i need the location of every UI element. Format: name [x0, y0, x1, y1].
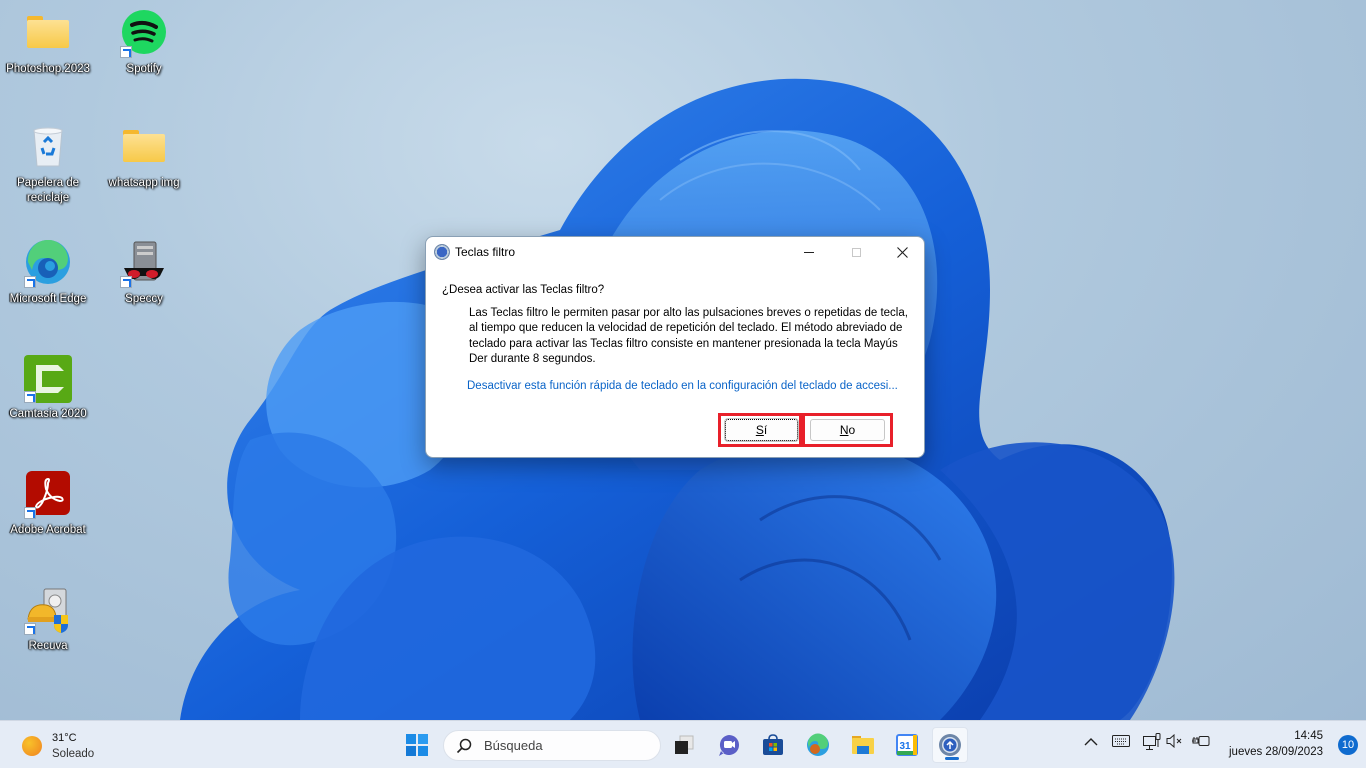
desktop-icon-microsoft-edge[interactable]: Microsoft Edge — [0, 239, 96, 307]
sun-icon — [22, 736, 42, 756]
desktop-icon-label: Papelera de reciclaje — [16, 177, 80, 204]
minimize-button[interactable] — [786, 237, 832, 267]
clock-date[interactable]: jueves 28/09/2023 — [1229, 746, 1323, 758]
desktop-icon-adobe-acrobat[interactable]: Adobe Acrobat — [0, 471, 96, 538]
volume-muted-icon — [1166, 733, 1182, 749]
dialog-description: Las Teclas filtro le permiten pasar por … — [469, 307, 908, 365]
folder-icon — [24, 10, 72, 58]
desktop-icon-label: Recuva — [28, 640, 68, 652]
maximize-button — [833, 237, 879, 267]
shortcut-arrow-icon — [24, 507, 36, 519]
weather-widget[interactable]: 31°C Soleado — [20, 732, 140, 762]
search-placeholder: Búsqueda — [484, 738, 543, 753]
network-button[interactable] — [1143, 733, 1161, 754]
weather-condition: Soleado — [52, 748, 95, 760]
meet-chat-icon — [719, 735, 739, 756]
yes-access-key: S — [755, 423, 764, 437]
shortcut-arrow-icon — [24, 623, 36, 635]
folder-icon — [852, 736, 874, 754]
filter-keys-dialog: Teclas filtro ¿Desea activar las Teclas … — [425, 236, 925, 458]
yes-button[interactable]: Sí — [724, 418, 799, 442]
start-button[interactable] — [399, 727, 435, 763]
volume-button[interactable] — [1166, 733, 1184, 751]
desktop-icon-photoshop-folder[interactable]: Photoshop.2023 — [0, 10, 96, 77]
desktop-icon-spotify[interactable]: Spotify — [96, 10, 192, 77]
desktop-icon-whatsapp-img-folder[interactable]: whatsapp img — [96, 124, 192, 191]
speccy-icon — [120, 240, 168, 288]
recycle-bin-icon — [24, 124, 72, 172]
close-button[interactable] — [879, 237, 925, 267]
active-indicator — [945, 757, 959, 760]
shortcut-arrow-icon — [24, 276, 36, 288]
weather-temperature: 31°C — [52, 732, 77, 744]
desktop-icon-recycle-bin[interactable]: Papelera de reciclaje — [0, 124, 96, 206]
accessibility-icon — [434, 244, 450, 260]
battery-button[interactable] — [1191, 734, 1211, 751]
recuva-icon — [24, 587, 72, 635]
touch-keyboard-button[interactable] — [1112, 735, 1130, 750]
shortcut-arrow-icon — [120, 276, 132, 288]
desktop-icon-label: Speccy — [125, 293, 163, 305]
no-button[interactable]: No — [810, 419, 885, 441]
search-icon — [456, 738, 472, 754]
disable-shortcut-link[interactable]: Desactivar esta función rápida de teclad… — [467, 380, 898, 392]
desktop-icon-label: Camtasia 2020 — [9, 408, 87, 420]
taskbar: 31°C Soleado Búsqueda 31 14:45 jueves 28… — [0, 720, 1366, 768]
no-access-key: N — [839, 423, 849, 437]
taskbar-app-meet[interactable] — [711, 727, 747, 763]
calendar-day-text: 31 — [899, 741, 911, 752]
windows-start-icon — [406, 734, 428, 756]
taskbar-app-store[interactable] — [755, 727, 791, 763]
acrobat-icon — [24, 471, 72, 519]
folder-icon — [120, 124, 168, 172]
taskbar-search[interactable]: Búsqueda — [443, 730, 661, 761]
taskbar-app-accessibility[interactable] — [932, 727, 968, 763]
clock-time[interactable]: 14:45 — [1294, 730, 1323, 742]
desktop-icon-speccy[interactable]: Speccy — [96, 240, 192, 307]
battery-charging-icon — [1192, 736, 1210, 746]
desktop-icon-label: Photoshop.2023 — [6, 63, 90, 75]
chevron-up-icon — [1084, 738, 1098, 746]
edge-icon — [24, 239, 72, 288]
keyboard-icon — [1112, 735, 1130, 747]
desktop-icon-label: Spotify — [126, 63, 162, 75]
task-view-icon — [675, 735, 694, 754]
dialog-question: ¿Desea activar las Teclas filtro? — [442, 284, 605, 296]
dialog-titlebar[interactable]: Teclas filtro — [426, 237, 924, 267]
yes-label-rest: í — [763, 423, 768, 437]
microsoft-store-icon — [763, 734, 783, 755]
camtasia-icon — [24, 355, 72, 403]
desktop-icon-label: Microsoft Edge — [9, 293, 87, 305]
accessibility-icon — [939, 734, 961, 756]
shortcut-arrow-icon — [120, 46, 132, 58]
maximize-icon — [851, 247, 861, 257]
desktop-icon-recuva[interactable]: Recuva — [0, 587, 96, 654]
show-hidden-icons-button[interactable] — [1084, 735, 1098, 750]
desktop-icon-camtasia[interactable]: Camtasia 2020 — [0, 355, 96, 422]
taskbar-app-task-view[interactable] — [666, 727, 702, 763]
taskbar-app-file-explorer[interactable] — [845, 727, 881, 763]
desktop-icon-label: whatsapp img — [108, 177, 180, 189]
minimize-icon — [804, 251, 814, 253]
notification-badge[interactable]: 10 — [1338, 735, 1358, 755]
taskbar-app-edge[interactable] — [800, 727, 836, 763]
spotify-icon — [120, 10, 168, 58]
calendar-icon: 31 — [896, 734, 918, 756]
shortcut-arrow-icon — [24, 391, 36, 403]
desktop-icon-label: Adobe Acrobat — [10, 524, 86, 536]
taskbar-app-calendar[interactable]: 31 — [889, 727, 925, 763]
no-label-rest: o — [848, 423, 856, 437]
close-icon — [896, 246, 908, 258]
network-ethernet-icon — [1143, 733, 1161, 750]
dialog-title: Teclas filtro — [455, 245, 516, 259]
edge-icon — [807, 733, 829, 756]
